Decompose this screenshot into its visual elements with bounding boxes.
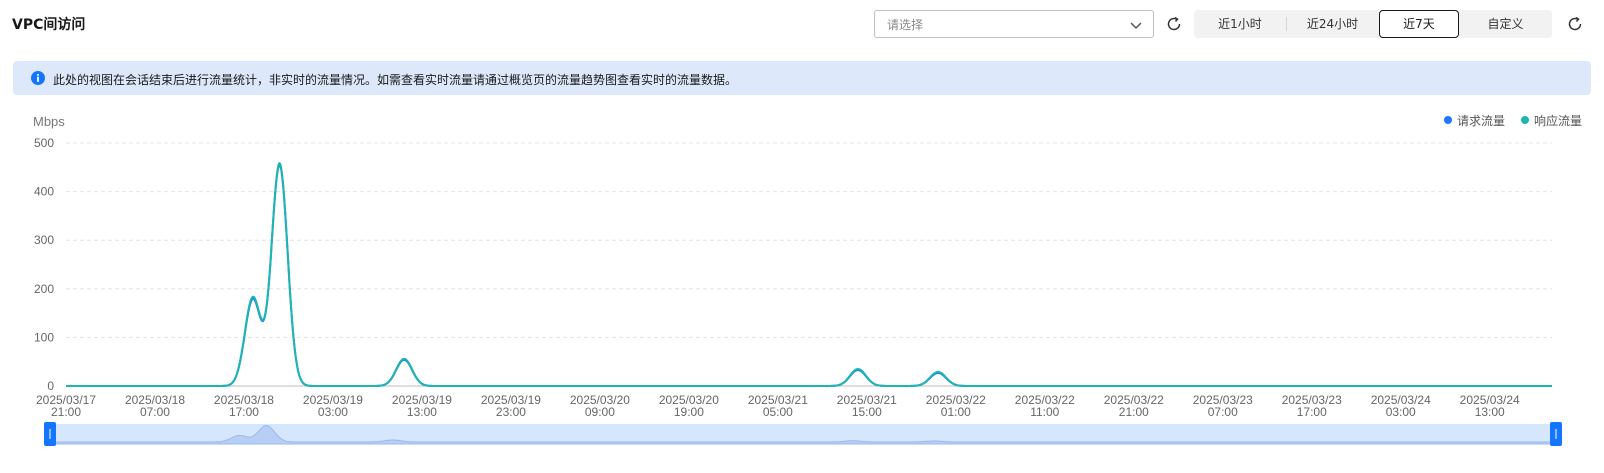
chart-svg: Mbps 0100200300400500 2025/03/1721:00202… (33, 114, 1562, 446)
traffic-chart: 请求流量 响应流量 Mbps 0 100 200 300 400 500 2025/03/… (0, 100, 1604, 473)
legend-dot-response (1521, 116, 1529, 124)
x-tick-time: 23:00 (496, 405, 526, 419)
notice-text: 此处的视图在会话结束后进行流量统计，非实时的流量情况。如需查看实时流量请通过概览… (53, 73, 738, 87)
legend-item-request[interactable]: 请求流量 (1444, 112, 1505, 129)
x-tick-time: 17:00 (229, 405, 259, 419)
range-7d-button[interactable]: 近7天 (1379, 10, 1459, 38)
x-tick-time: 11:00 (1030, 405, 1059, 419)
legend-label-response: 响应流量 (1534, 114, 1583, 128)
y-tick-label: 300 (34, 233, 54, 247)
y-tick-label: 100 (34, 330, 54, 344)
range-1h-button[interactable]: 近1小时 (1194, 10, 1286, 38)
refresh-icon[interactable] (1566, 15, 1584, 33)
time-range-group: 近1小时 近24小时 近7天 自定义 (1194, 10, 1552, 38)
x-tick-time: 15:00 (852, 405, 882, 419)
x-tick-time: 01:00 (941, 405, 971, 419)
y-tick-label: 0 (47, 379, 54, 393)
y-tick-label: 400 (34, 185, 54, 199)
x-tick-time: 21:00 (51, 405, 81, 419)
vpc-select[interactable]: 请选择 (874, 10, 1154, 38)
x-tick-time: 19:00 (674, 405, 704, 419)
series-line-1 (65, 162, 1553, 387)
vpc-select-placeholder: 请选择 (887, 18, 924, 32)
info-notice: 此处的视图在会话结束后进行流量统计，非实时的流量情况。如需查看实时流量请通过概览… (13, 61, 1591, 95)
refresh-icon[interactable] (1165, 15, 1183, 33)
legend-dot-request (1444, 116, 1452, 124)
y-tick-label: 500 (34, 136, 54, 150)
chevron-down-icon (1130, 22, 1142, 30)
legend-item-response[interactable]: 响应流量 (1521, 112, 1582, 129)
info-icon (31, 71, 45, 85)
x-tick-time: 17:00 (1297, 405, 1327, 419)
y-axis-unit: Mbps (33, 114, 65, 129)
x-tick-time: 21:00 (1119, 405, 1149, 419)
x-tick-time: 13:00 (1475, 405, 1505, 419)
x-tick-time: 05:00 (763, 405, 793, 419)
y-tick-label: 200 (34, 282, 54, 296)
x-tick-time: 03:00 (318, 405, 348, 419)
x-tick-time: 07:00 (1208, 405, 1238, 419)
range-custom-button[interactable]: 自定义 (1459, 10, 1552, 38)
x-tick-time: 07:00 (140, 405, 170, 419)
legend-label-request: 请求流量 (1457, 114, 1506, 128)
range-24h-button[interactable]: 近24小时 (1286, 10, 1379, 38)
page-title: VPC间访问 (12, 17, 86, 33)
x-tick-time: 13:00 (407, 405, 437, 419)
x-tick-time: 09:00 (585, 405, 615, 419)
x-tick-time: 03:00 (1386, 405, 1416, 419)
